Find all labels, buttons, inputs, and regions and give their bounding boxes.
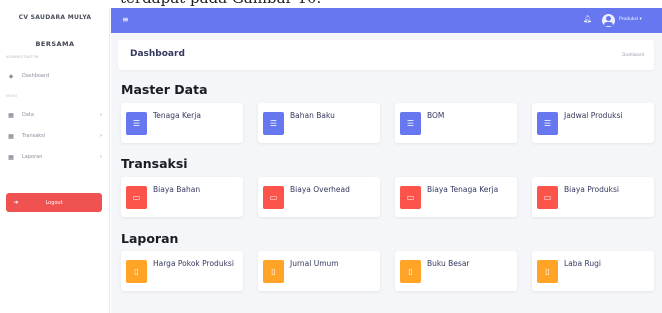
user-name: BERSAMA xyxy=(35,40,75,48)
logout-label: Logout xyxy=(45,199,63,206)
sidebar-item-dashboard[interactable]: ◈ Dashboard xyxy=(6,69,104,83)
chevron-right-icon: › xyxy=(100,133,102,139)
sidebar-item-transaksi[interactable]: ▦ Transaksi › xyxy=(6,129,104,143)
table-icon: ▦ xyxy=(8,132,14,140)
card-harga-pokok-produksi[interactable]: ▯ Harga Pokok Produksi xyxy=(121,251,243,291)
user-role: ADMINISTRATOR xyxy=(6,55,39,59)
card-laba-rugi[interactable]: ▯ Laba Rugi xyxy=(532,251,654,291)
database-icon: ☰ xyxy=(126,112,147,135)
card-jurnal-umum[interactable]: ▯ Jurnal Umum xyxy=(258,251,380,291)
card-label: Biaya Bahan xyxy=(153,185,201,194)
top-navbar: ≡ 🔔︎ Produksi ▾ xyxy=(111,8,662,33)
money-bill-icon: ▭ xyxy=(537,186,558,209)
table-icon: ▦ xyxy=(8,111,14,119)
card-label: Laba Rugi xyxy=(564,259,601,268)
sidebar-item-laporan[interactable]: ▦ Laporan › xyxy=(6,150,104,164)
sidebar-item-label: Laporan xyxy=(22,154,43,160)
card-bahan-baku[interactable]: ☰ Bahan Baku xyxy=(258,103,380,143)
card-label: Bahan Baku xyxy=(290,111,335,120)
chevron-right-icon: › xyxy=(100,112,102,118)
logout-button[interactable]: ➜ Logout xyxy=(6,193,102,212)
card-label: Tenaga Kerja xyxy=(153,111,201,120)
card-biaya-produksi[interactable]: ▭ Biaya Produksi xyxy=(532,177,654,217)
card-label: BOM xyxy=(427,111,445,120)
page-header: Dashboard Dashboard xyxy=(118,40,654,70)
card-biaya-bahan[interactable]: ▭ Biaya Bahan xyxy=(121,177,243,217)
section-title-laporan: Laporan xyxy=(121,231,179,246)
database-icon: ☰ xyxy=(263,112,284,135)
card-label: Jadwal Produksi xyxy=(564,111,623,120)
breadcrumb[interactable]: Dashboard xyxy=(622,52,644,57)
sidebar-item-label: Dashboard xyxy=(22,73,50,79)
card-label: Buku Besar xyxy=(427,259,470,268)
card-label: Jurnal Umum xyxy=(290,259,339,268)
money-bill-icon: ▭ xyxy=(400,186,421,209)
sign-out-icon: ➜ xyxy=(13,199,19,206)
card-biaya-tenaga-kerja[interactable]: ▭ Biaya Tenaga Kerja xyxy=(395,177,517,217)
database-icon: ☰ xyxy=(400,112,421,135)
sidebar-item-data[interactable]: ▦ Data › xyxy=(6,108,104,122)
avatar[interactable] xyxy=(602,14,615,27)
file-icon: ▯ xyxy=(126,260,147,283)
sidebar-item-label: Data xyxy=(22,112,34,118)
sidebar-item-label: Transaksi xyxy=(22,133,46,139)
brand-name[interactable]: CV SAUDARA MULYA xyxy=(0,14,110,21)
table-icon: ▦ xyxy=(8,153,14,161)
section-title-master-data: Master Data xyxy=(121,82,208,97)
file-icon: ▯ xyxy=(537,260,558,283)
card-buku-besar[interactable]: ▯ Buku Besar xyxy=(395,251,517,291)
bell-icon[interactable]: 🔔︎ xyxy=(583,15,592,23)
database-icon: ☰ xyxy=(537,112,558,135)
money-bill-icon: ▭ xyxy=(263,186,284,209)
chevron-right-icon: › xyxy=(100,154,102,160)
card-label: Biaya Tenaga Kerja xyxy=(427,185,499,194)
sidebar: CV SAUDARA MULYA BERSAMA ADMINISTRATOR ◈… xyxy=(0,8,110,313)
user-dropdown[interactable]: Produksi ▾ xyxy=(619,17,642,22)
card-label: Biaya Overhead xyxy=(290,185,350,194)
card-biaya-overhead[interactable]: ▭ Biaya Overhead xyxy=(258,177,380,217)
section-title-transaksi: Transaksi xyxy=(121,156,188,171)
dashboard-icon: ◈ xyxy=(8,72,14,80)
card-jadwal-produksi[interactable]: ☰ Jadwal Produksi xyxy=(532,103,654,143)
main-content: Dashboard Dashboard Master Data ☰ Tenaga… xyxy=(111,33,662,313)
menu-heading: MENU xyxy=(6,94,18,98)
card-bom[interactable]: ☰ BOM xyxy=(395,103,517,143)
card-label: Harga Pokok Produksi xyxy=(153,259,234,268)
page: terdapat pada Gambar 10. CV SAUDARA MULY… xyxy=(0,0,662,313)
user-block: BERSAMA xyxy=(0,40,110,48)
page-title: Dashboard xyxy=(130,49,185,59)
card-tenaga-kerja[interactable]: ☰ Tenaga Kerja xyxy=(121,103,243,143)
file-icon: ▯ xyxy=(263,260,284,283)
money-bill-icon: ▭ xyxy=(126,186,147,209)
hamburger-menu-icon[interactable]: ≡ xyxy=(122,15,129,24)
card-label: Biaya Produksi xyxy=(564,185,619,194)
file-icon: ▯ xyxy=(400,260,421,283)
